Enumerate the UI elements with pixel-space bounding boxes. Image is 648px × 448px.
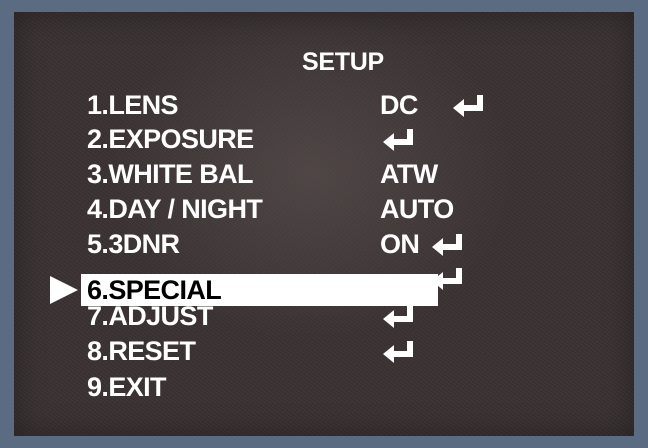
menu-item-white-bal-value: ATW [380,159,438,189]
reset-enter-icon[interactable] [380,338,416,366]
menu-item-white-bal[interactable]: 3.WHITE BAL [87,157,254,191]
menu-item-day-night-value: AUTO [380,194,454,224]
menu-item-adjust[interactable]: 7.ADJUST [87,299,213,333]
lens-enter-icon[interactable] [450,92,486,120]
menu-item-lens[interactable]: 1.LENS [87,88,179,122]
menu-item-exposure[interactable]: 2.EXPOSURE [87,122,254,156]
menu-item-3dnr-value: ON [380,229,420,259]
osd-screen: SETUP 1.LENS DC 2.EXPOSURE 3.WHITE BAL A… [14,12,634,436]
adjust-enter-icon[interactable] [380,303,416,331]
3dnr-enter-icon[interactable] [429,231,465,259]
exposure-enter-icon[interactable] [380,126,416,154]
menu-item-3dnr[interactable]: 5.3DNR [87,227,180,261]
menu-item-day-night[interactable]: 4.DAY / NIGHT [87,192,263,226]
special-enter-icon[interactable] [429,265,465,293]
menu-item-reset[interactable]: 8.RESET [87,334,196,368]
menu-title: SETUP [302,48,384,76]
menu-item-lens-value: DC [380,90,418,120]
menu-item-exit[interactable]: 9.EXIT [87,370,167,404]
selection-cursor-icon [50,276,78,304]
